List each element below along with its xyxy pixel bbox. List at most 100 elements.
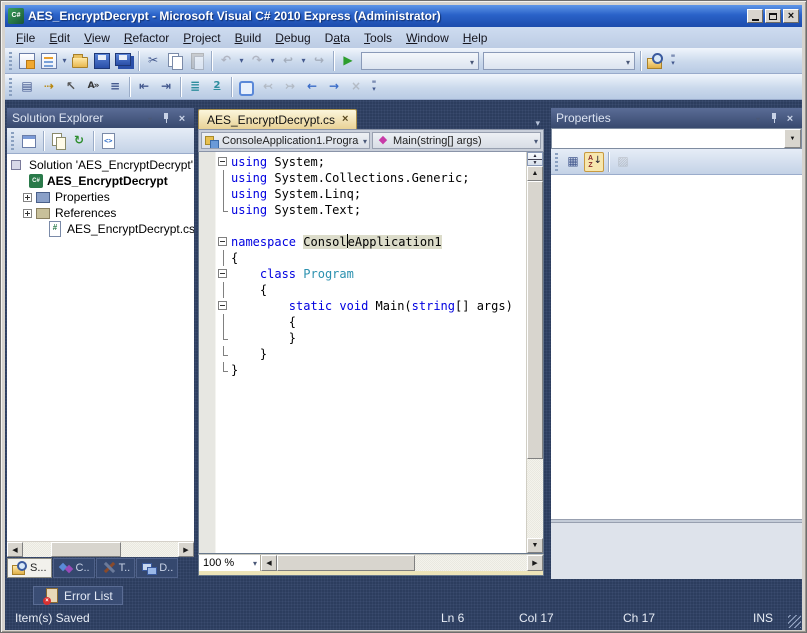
code-area[interactable]: using System;using System.Collections.Ge…: [199, 152, 526, 553]
collapse-minus-icon[interactable]: [218, 157, 227, 166]
navigate-backward-button[interactable]: [277, 50, 299, 72]
refresh-button[interactable]: [69, 131, 89, 151]
title-bar[interactable]: C# AES_EncryptDecrypt - Microsoft Visual…: [5, 5, 802, 27]
comment-selection-button[interactable]: [184, 76, 206, 98]
scroll-down-button[interactable]: [527, 538, 543, 553]
code-line[interactable]: }: [216, 346, 526, 362]
menu-window[interactable]: Window: [399, 29, 456, 47]
code-line[interactable]: {: [216, 314, 526, 330]
code-line[interactable]: {: [216, 282, 526, 298]
solution-explorer-header[interactable]: Solution Explorer: [7, 108, 194, 128]
next-bookmark-folder-button[interactable]: [323, 76, 345, 98]
maximize-button[interactable]: [765, 9, 781, 23]
save-all-button[interactable]: [113, 50, 135, 72]
pin-button[interactable]: [767, 111, 781, 125]
navigate-backward-dropdown-arrow[interactable]: ▾: [299, 56, 308, 65]
add-new-item-dropdown-arrow[interactable]: ▾: [60, 56, 69, 65]
toolbar-combobox[interactable]: [361, 52, 479, 70]
show-all-files-button[interactable]: [48, 131, 68, 151]
panel-menu-button[interactable]: [143, 111, 157, 125]
collapse-minus-icon[interactable]: [218, 269, 227, 278]
menu-help[interactable]: Help: [456, 29, 495, 47]
type-dropdown[interactable]: ConsoleApplication1.Progra: [201, 132, 370, 149]
code-line[interactable]: class Program: [216, 266, 526, 282]
menu-tools[interactable]: Tools: [357, 29, 399, 47]
outline-collapse-box[interactable]: [216, 154, 231, 170]
toolbar-grip[interactable]: [9, 78, 12, 96]
undo-button[interactable]: [215, 50, 237, 72]
scroll-left-button[interactable]: [261, 555, 277, 571]
editor-vscrollbar[interactable]: [526, 152, 543, 553]
tool-tab-class-view[interactable]: C..: [53, 558, 95, 578]
indicator-margin[interactable]: [199, 152, 216, 553]
outline-collapse-box[interactable]: [216, 266, 231, 282]
decrease-indent-button[interactable]: [133, 76, 155, 98]
cut-button[interactable]: [142, 50, 164, 72]
menu-refactor[interactable]: Refactor: [117, 29, 176, 47]
scroll-track[interactable]: [23, 542, 178, 557]
menu-debug[interactable]: Debug: [268, 29, 317, 47]
toolbar-combobox[interactable]: [483, 52, 635, 70]
scroll-thumb[interactable]: [527, 181, 543, 459]
editor-hscrollbar[interactable]: [261, 555, 543, 571]
expand-plus-icon[interactable]: [23, 193, 32, 202]
menu-view[interactable]: View: [77, 29, 117, 47]
categorized-button[interactable]: [563, 152, 583, 172]
view-code-button[interactable]: [98, 131, 118, 151]
start-debugging-button[interactable]: [337, 50, 359, 72]
code-line[interactable]: using System.Text;: [216, 202, 526, 218]
outline-collapse-box[interactable]: [216, 298, 231, 314]
copy-button[interactable]: [164, 50, 186, 72]
toggle-bookmark-button[interactable]: [235, 76, 257, 98]
scroll-thumb[interactable]: [277, 555, 415, 571]
zoom-dropdown[interactable]: 100 %: [199, 555, 261, 571]
previous-bookmark-button[interactable]: [257, 76, 279, 98]
scroll-up-button[interactable]: [527, 166, 543, 181]
tab-close-icon[interactable]: ×: [342, 114, 348, 125]
menu-edit[interactable]: Edit: [42, 29, 77, 47]
add-new-item-button[interactable]: [38, 50, 60, 72]
pin-button[interactable]: [159, 111, 173, 125]
undo-dropdown-arrow[interactable]: ▾: [237, 56, 246, 65]
code-line[interactable]: namespace ConsoleApplication1: [216, 234, 526, 250]
sort-alphabetical-button[interactable]: [584, 152, 604, 172]
clear-bookmarks-button[interactable]: [345, 76, 367, 98]
panel-close-button[interactable]: [783, 111, 797, 125]
menu-build[interactable]: Build: [228, 29, 269, 47]
code-lines[interactable]: using System;using System.Collections.Ge…: [216, 152, 526, 553]
increase-indent-button[interactable]: [155, 76, 177, 98]
code-line[interactable]: static void Main(string[] args): [216, 298, 526, 314]
solution-explorer-hscrollbar[interactable]: [7, 541, 194, 557]
redo-dropdown-arrow[interactable]: ▾: [268, 56, 277, 65]
next-bookmark-button[interactable]: [279, 76, 301, 98]
redo-button[interactable]: [246, 50, 268, 72]
tab-error-list[interactable]: Error List: [33, 586, 123, 605]
menu-file[interactable]: File: [9, 29, 42, 47]
toolbar-grip[interactable]: [9, 52, 12, 70]
menu-project[interactable]: Project: [176, 29, 227, 47]
panel-close-button[interactable]: [175, 111, 189, 125]
toolbar-grip[interactable]: [11, 132, 14, 150]
code-line[interactable]: using System.Linq;: [216, 186, 526, 202]
close-button[interactable]: ×: [783, 9, 799, 23]
scroll-thumb[interactable]: [51, 542, 121, 557]
tree-item-references[interactable]: References: [7, 205, 194, 221]
new-project-button[interactable]: [16, 50, 38, 72]
tab-aes-encryptdecrypt-cs[interactable]: AES_EncryptDecrypt.cs ×: [198, 109, 357, 129]
object-selector-combobox[interactable]: [551, 128, 802, 149]
menu-data[interactable]: Data: [318, 29, 357, 47]
code-line[interactable]: using System;: [216, 154, 526, 170]
minimize-button[interactable]: [747, 9, 763, 23]
outline-collapse-box[interactable]: [216, 234, 231, 250]
quick-info-button[interactable]: [60, 76, 82, 98]
scroll-right-button[interactable]: [527, 555, 543, 571]
parameter-info-button[interactable]: [38, 76, 60, 98]
paste-button[interactable]: [186, 50, 208, 72]
scroll-track[interactable]: [527, 181, 543, 538]
tool-tab-data-sources[interactable]: D..: [136, 558, 178, 578]
split-window-handle[interactable]: [527, 152, 543, 166]
code-line[interactable]: using System.Collections.Generic;: [216, 170, 526, 186]
expand-plus-icon[interactable]: [23, 209, 32, 218]
tree-item-aes-encryptdecrypt-cs[interactable]: AES_EncryptDecrypt.cs: [7, 221, 194, 237]
tool-tab-toolbox[interactable]: T..: [96, 558, 136, 578]
